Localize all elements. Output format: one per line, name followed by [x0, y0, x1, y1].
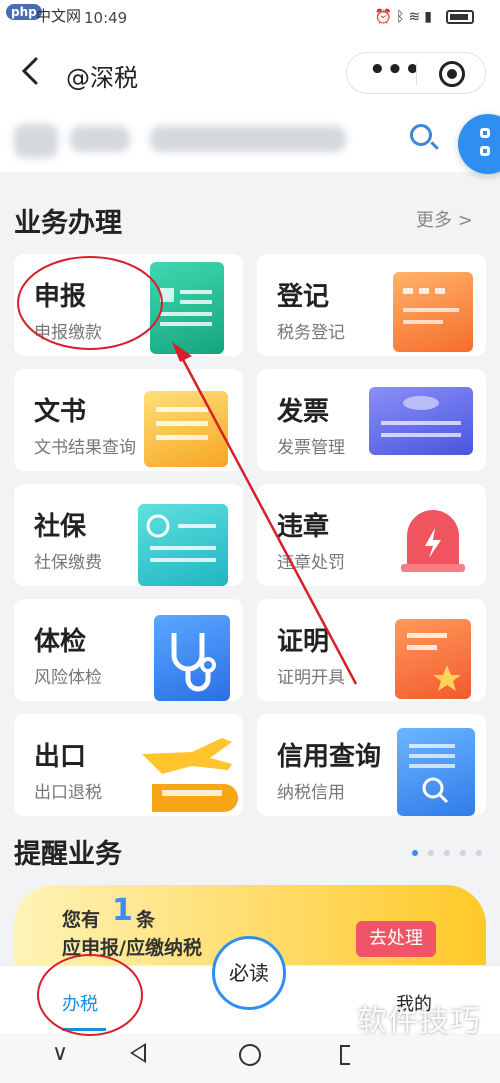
account-search-bar[interactable]	[0, 110, 500, 172]
card-subtitle: 违章处罚	[277, 553, 345, 573]
title-bar: @深税 •••	[0, 36, 500, 110]
card-subtitle: 发票管理	[277, 438, 345, 458]
back-button[interactable]	[20, 56, 40, 94]
apps-grid-icon-part	[480, 146, 490, 156]
nav-recent-icon[interactable]	[340, 1045, 350, 1065]
target-icon[interactable]	[439, 61, 465, 87]
avatar-blurred	[14, 124, 58, 158]
battery-icon	[446, 10, 474, 24]
service-card-register[interactable]: 登记 税务登记	[257, 254, 486, 356]
reminder-suffix: 条	[136, 909, 156, 931]
card-subtitle: 风险体检	[34, 668, 102, 688]
signal-icon: ▮	[424, 9, 436, 25]
service-card-social-security[interactable]: 社保 社保缴费	[14, 484, 243, 586]
card-title: 社保	[34, 512, 87, 542]
mini-program-capsule: •••	[346, 52, 486, 94]
alarm-bell-icon	[397, 502, 469, 578]
service-card-export[interactable]: 出口 出口退税	[14, 714, 243, 816]
declaration-form-lines	[160, 288, 212, 326]
card-title: 申报	[34, 282, 87, 312]
bluetooth-icon: ᛒ	[396, 9, 409, 25]
registration-form-icon	[393, 272, 473, 352]
declaration-form-icon	[150, 262, 224, 354]
apps-grid-icon	[480, 128, 490, 138]
tab-must-read[interactable]: 必读	[212, 936, 286, 1010]
certificate-icon	[395, 619, 471, 699]
alarm-bell-shape	[401, 510, 465, 572]
card-subtitle: 纳税信用	[277, 783, 345, 803]
account-id-blurred	[150, 126, 346, 152]
card-subtitle: 税务登记	[277, 323, 345, 343]
document-stack-lines	[156, 407, 208, 440]
card-subtitle: 申报缴款	[34, 323, 102, 343]
carousel-dot	[476, 850, 482, 856]
carousel-dot	[428, 850, 434, 856]
invoice-icon	[369, 387, 473, 455]
card-title: 发票	[277, 397, 330, 427]
stethoscope-shape	[171, 633, 216, 692]
status-icons: ⏰ᛒ≋▮	[375, 9, 436, 25]
alarm-icon: ⏰	[374, 9, 397, 25]
stethoscope-icon	[154, 615, 230, 701]
card-title: 违章	[277, 512, 330, 542]
more-link[interactable]: 更多 >	[416, 206, 473, 232]
export-plane-train-icon	[132, 734, 242, 814]
tab-active-underline	[62, 1028, 106, 1031]
watermark-bottom: 软件技巧	[357, 1004, 481, 1039]
service-card-checkup[interactable]: 体检 风险体检	[14, 599, 243, 701]
card-subtitle: 证明开具	[277, 668, 345, 688]
nav-back-icon[interactable]	[130, 1043, 146, 1063]
service-card-credit[interactable]: 信用查询 纳税信用	[257, 714, 486, 816]
status-time: 10:49	[84, 9, 128, 27]
registration-form-lines	[403, 288, 459, 324]
more-dots-icon[interactable]: •••	[369, 55, 422, 85]
carousel-dot	[412, 850, 418, 856]
wifi-icon: ≋	[408, 9, 425, 25]
card-subtitle: 出口退税	[34, 783, 102, 803]
reminder-section-title: 提醒业务	[14, 839, 122, 870]
service-card-violation[interactable]: 违章 违章处罚	[257, 484, 486, 586]
card-title: 登记	[277, 282, 330, 312]
reminder-detail: 应申报/应缴纳税	[62, 937, 202, 959]
system-nav-bar: ∨	[0, 1033, 500, 1083]
handle-button[interactable]: 去处理	[356, 921, 436, 957]
card-title: 出口	[34, 742, 87, 772]
watermark-text: 中文网	[36, 7, 82, 25]
chevron-down-icon[interactable]: ∨	[52, 1041, 68, 1066]
page-title: @深税	[66, 64, 138, 92]
invoice-lines	[381, 396, 461, 437]
capsule-divider	[416, 63, 417, 85]
nav-home-icon[interactable]	[239, 1044, 261, 1066]
card-subtitle: 文书结果查询	[34, 438, 136, 458]
export-plane-train-shape	[142, 738, 238, 812]
service-card-invoice[interactable]: 发票 发票管理	[257, 369, 486, 471]
card-title: 信用查询	[277, 742, 382, 772]
search-icon[interactable]	[410, 124, 432, 146]
credit-scroll-lines	[409, 744, 455, 804]
tab-tax[interactable]: 办税	[62, 990, 98, 1016]
carousel-dot	[444, 850, 450, 856]
social-security-card-icon	[138, 504, 228, 586]
chevron-left-icon	[21, 57, 38, 85]
reminder-count: 1	[112, 893, 133, 928]
service-card-documents[interactable]: 文书 文书结果查询	[14, 369, 243, 471]
card-title: 体检	[34, 627, 87, 657]
service-card-certificate[interactable]: 证明 证明开具	[257, 599, 486, 701]
certificate-lines	[407, 633, 461, 691]
account-name-blurred	[70, 126, 130, 152]
social-security-card-lines	[146, 514, 216, 562]
card-title: 证明	[277, 627, 330, 657]
service-card-declare[interactable]: 申报 申报缴款	[14, 254, 243, 356]
document-stack-icon	[144, 391, 228, 467]
card-title: 文书	[34, 397, 87, 427]
reminder-prefix: 您有	[62, 909, 101, 931]
credit-scroll-search-icon	[397, 728, 475, 816]
card-subtitle: 社保缴费	[34, 553, 102, 573]
business-section-title: 业务办理	[14, 208, 122, 239]
status-bar: php 中文网 10:49 ⏰ᛒ≋▮	[0, 0, 500, 36]
carousel-dot	[460, 850, 466, 856]
